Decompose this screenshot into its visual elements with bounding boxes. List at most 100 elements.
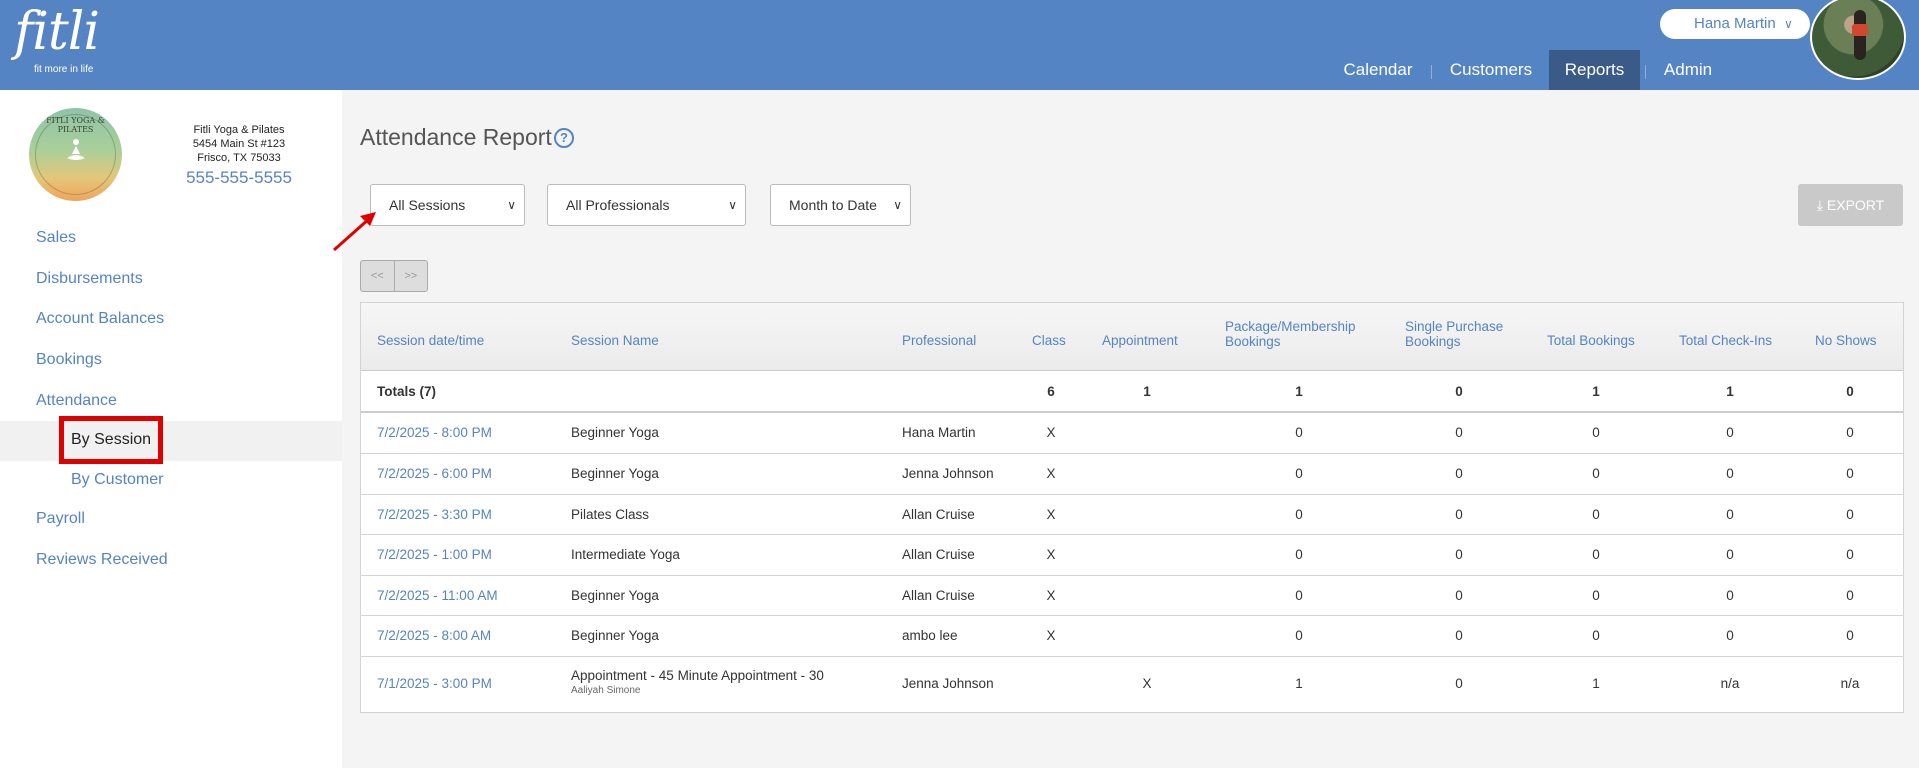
- session-single: 0: [1455, 425, 1463, 440]
- download-icon: ⤓: [1816, 197, 1823, 213]
- export-label: EXPORT: [1826, 197, 1885, 213]
- sidebar-item-account-balances[interactable]: Account Balances: [36, 310, 164, 328]
- session-class: X: [1046, 507, 1056, 522]
- sidebar-item-disbursements[interactable]: Disbursements: [36, 270, 143, 288]
- session-date-link[interactable]: 7/1/2025 - 3:00 PM: [377, 676, 492, 691]
- chevron-down-icon: ∨: [728, 198, 737, 212]
- prev-page-button[interactable]: <<: [361, 261, 394, 291]
- avatar[interactable]: [1810, 0, 1906, 80]
- col-header-class[interactable]: Class: [1032, 333, 1066, 348]
- session-single: 0: [1455, 676, 1463, 691]
- nav-reports[interactable]: Reports: [1549, 50, 1640, 90]
- highlight-box-annotation: [59, 416, 163, 464]
- nav-customers[interactable]: Customers: [1443, 50, 1539, 90]
- session-no-shows: 0: [1846, 425, 1854, 440]
- table-row[interactable]: 7/2/2025 - 3:30 PM Pilates Class Allan C…: [361, 495, 1903, 535]
- session-total-checkins: 0: [1726, 425, 1734, 440]
- studio-name: Fitli Yoga & Pilates: [193, 124, 285, 136]
- user-menu-button[interactable]: Hana Martin ∨: [1660, 9, 1810, 39]
- sidebar-subitem-by-customer[interactable]: By Customer: [0, 461, 342, 501]
- col-header-session-name[interactable]: Session Name: [571, 333, 659, 348]
- session-single: 0: [1455, 466, 1463, 481]
- session-total-checkins: 0: [1726, 588, 1734, 603]
- session-total-bookings: 0: [1592, 547, 1600, 562]
- totals-package: 1: [1295, 384, 1303, 399]
- session-package: 0: [1295, 588, 1303, 603]
- table-row[interactable]: 7/2/2025 - 1:00 PM Intermediate Yoga All…: [361, 535, 1903, 576]
- table-row[interactable]: 7/2/2025 - 11:00 AM Beginner Yoga Allan …: [361, 576, 1903, 616]
- logo-tagline: fit more in life: [34, 64, 94, 75]
- table-row[interactable]: 7/2/2025 - 8:00 PM Beginner Yoga Hana Ma…: [361, 413, 1903, 454]
- attendance-table: Session date/time Session Name Professio…: [360, 302, 1904, 713]
- table-row[interactable]: 7/2/2025 - 6:00 PM Beginner Yoga Jenna J…: [361, 454, 1903, 495]
- totals-total-checkins: 1: [1726, 384, 1734, 399]
- export-button[interactable]: ⤓ EXPORT: [1798, 184, 1903, 226]
- col-header-date[interactable]: Session date/time: [377, 333, 484, 348]
- session-client-name: Aaliyah Simone: [571, 685, 641, 696]
- session-single: 0: [1455, 547, 1463, 562]
- session-no-shows: n/a: [1840, 676, 1860, 691]
- session-package: 0: [1295, 628, 1303, 643]
- session-date-link[interactable]: 7/2/2025 - 6:00 PM: [377, 466, 492, 481]
- session-professional: Jenna Johnson: [902, 676, 994, 691]
- chevron-down-icon: ∨: [1784, 17, 1793, 31]
- session-no-shows: 0: [1846, 547, 1854, 562]
- session-total-bookings: 1: [1592, 676, 1600, 691]
- sidebar-subitem-label: By Customer: [71, 471, 164, 488]
- session-class: X: [1046, 588, 1056, 603]
- col-header-package-membership[interactable]: Package/Membership Bookings: [1225, 319, 1356, 349]
- help-icon[interactable]: ?: [554, 128, 574, 148]
- session-single: 0: [1455, 588, 1463, 603]
- next-page-button[interactable]: >>: [393, 261, 428, 291]
- studio-phone[interactable]: 555-555-5555: [170, 168, 308, 188]
- col-header-total-checkins[interactable]: Total Check-Ins: [1679, 333, 1772, 348]
- sidebar-item-reviews-received[interactable]: Reviews Received: [36, 551, 168, 569]
- session-name: Intermediate Yoga: [571, 547, 680, 562]
- session-total-checkins: 0: [1726, 628, 1734, 643]
- session-date-link[interactable]: 7/2/2025 - 1:00 PM: [377, 547, 492, 562]
- session-total-checkins: 0: [1726, 547, 1734, 562]
- session-class: X: [1046, 466, 1056, 481]
- nav-calendar[interactable]: Calendar: [1335, 50, 1421, 90]
- table-row[interactable]: 7/1/2025 - 3:00 PM Appointment - 45 Minu…: [361, 657, 1903, 712]
- studio-address-line1: 5454 Main St #123: [192, 138, 286, 150]
- session-total-checkins: 0: [1726, 507, 1734, 522]
- session-name: Beginner Yoga: [571, 628, 659, 643]
- sidebar-item-sales[interactable]: Sales: [36, 229, 76, 247]
- col-header-professional[interactable]: Professional: [902, 333, 976, 348]
- sessions-filter-value: All Sessions: [389, 197, 466, 213]
- totals-label: Totals (7): [377, 384, 437, 399]
- table-row[interactable]: 7/2/2025 - 8:00 AM Beginner Yoga ambo le…: [361, 616, 1903, 657]
- sidebar-subitem-by-session[interactable]: By Session: [0, 421, 342, 461]
- sidebar-item-payroll[interactable]: Payroll: [36, 510, 85, 528]
- totals-row: Totals (7) 6 1 1 0 1 1 0: [361, 371, 1903, 413]
- col-header-appointment[interactable]: Appointment: [1102, 333, 1178, 348]
- sessions-filter-select[interactable]: All Sessions ∨: [370, 184, 525, 226]
- session-date-link[interactable]: 7/2/2025 - 11:00 AM: [377, 588, 498, 603]
- col-header-single-purchase[interactable]: Single Purchase Bookings: [1405, 319, 1503, 349]
- studio-address-line2: Frisco, TX 75033: [197, 152, 281, 164]
- header-line: Single Purchase: [1405, 319, 1504, 334]
- nav-admin[interactable]: Admin: [1655, 50, 1721, 90]
- sidebar-item-attendance[interactable]: Attendance: [36, 392, 117, 410]
- user-name: Hana Martin: [1694, 15, 1776, 32]
- professionals-filter-select[interactable]: All Professionals ∨: [547, 184, 746, 226]
- session-appointment: X: [1142, 676, 1152, 691]
- session-date-link[interactable]: 7/2/2025 - 8:00 AM: [377, 628, 491, 643]
- studio-logo: FITLI YOGA & PILATES: [29, 108, 122, 201]
- totals-single: 0: [1455, 384, 1463, 399]
- session-total-bookings: 0: [1592, 628, 1600, 643]
- col-header-total-bookings[interactable]: Total Bookings: [1547, 333, 1635, 348]
- session-package: 0: [1295, 425, 1303, 440]
- session-date-link[interactable]: 7/2/2025 - 8:00 PM: [377, 425, 492, 440]
- sidebar-item-bookings[interactable]: Bookings: [36, 351, 102, 369]
- session-name: Beginner Yoga: [571, 588, 659, 603]
- session-date-link[interactable]: 7/2/2025 - 3:30 PM: [377, 507, 492, 522]
- fitli-logo[interactable]: fitli fit more in life: [14, 4, 100, 75]
- session-professional: Hana Martin: [902, 425, 976, 440]
- col-header-no-shows[interactable]: No Shows: [1815, 333, 1877, 348]
- period-filter-select[interactable]: Month to Date ∨: [770, 184, 911, 226]
- session-package: 0: [1295, 547, 1303, 562]
- studio-logo-text: FITLI YOGA & PILATES: [46, 116, 105, 134]
- table-header: Session date/time Session Name Professio…: [361, 303, 1903, 371]
